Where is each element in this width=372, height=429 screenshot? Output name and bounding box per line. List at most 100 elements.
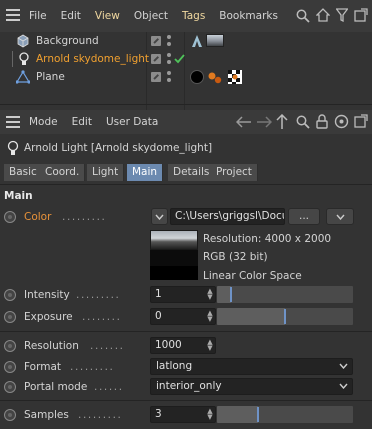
- animation-radio[interactable]: [4, 311, 16, 323]
- checker-texture-tag[interactable]: [228, 70, 242, 84]
- enable-checkbox[interactable]: [151, 36, 161, 46]
- back-arrow-icon[interactable]: [236, 116, 252, 128]
- texture-tag-thumbnail[interactable]: [206, 34, 224, 47]
- exposure-slider[interactable]: [217, 308, 353, 325]
- object-list: Background Arnold skydome_light Plane: [0, 32, 372, 92]
- format-dropdown[interactable]: latlong: [150, 358, 353, 375]
- animation-radio[interactable]: [4, 340, 16, 352]
- browse-button[interactable]: ...: [288, 208, 320, 225]
- enable-checkbox[interactable]: [151, 72, 161, 82]
- arnold-tag-icon[interactable]: [190, 34, 204, 48]
- tab-main[interactable]: Main: [127, 164, 164, 181]
- enable-checkbox[interactable]: [151, 54, 161, 64]
- menu-object[interactable]: Object: [127, 6, 175, 26]
- group-divider: [0, 331, 372, 332]
- label-leader-dots: .......: [90, 340, 125, 352]
- search-icon[interactable]: [296, 115, 310, 129]
- material-tag-orange-spheres[interactable]: [208, 71, 222, 84]
- tab-project[interactable]: Project: [211, 164, 258, 181]
- checkmark-icon[interactable]: [174, 53, 185, 64]
- search-icon[interactable]: [296, 9, 310, 23]
- param-label: Samples: [24, 409, 69, 421]
- object-name: Plane: [36, 71, 65, 83]
- object-row-plane[interactable]: Plane: [0, 68, 372, 86]
- material-tag-black-sphere[interactable]: [190, 70, 204, 84]
- visibility-dots[interactable]: [167, 71, 171, 83]
- new-window-icon[interactable]: [354, 114, 368, 128]
- hamburger-menu-icon[interactable]: [6, 9, 20, 21]
- forward-arrow-icon[interactable]: [256, 116, 272, 128]
- filter-icon[interactable]: [336, 8, 348, 22]
- hamburger-menu-icon[interactable]: [6, 116, 20, 128]
- light-bulb-icon: [18, 52, 30, 66]
- panel-divider: [0, 104, 372, 105]
- tabs-divider: [0, 184, 372, 185]
- menu-tags[interactable]: Tags: [175, 6, 212, 26]
- animation-radio[interactable]: [4, 289, 16, 301]
- slider-knob[interactable]: [256, 407, 259, 422]
- animation-radio[interactable]: [4, 211, 16, 223]
- menu-user-data[interactable]: User Data: [99, 112, 165, 132]
- slider-fill: [217, 286, 231, 303]
- samples-slider[interactable]: [217, 406, 353, 423]
- texture-colorspace-info: Linear Color Space: [203, 270, 302, 282]
- animation-radio[interactable]: [4, 381, 16, 393]
- portal-mode-dropdown[interactable]: interior_only: [150, 378, 353, 395]
- tab-coord[interactable]: Coord.: [40, 164, 86, 181]
- up-arrow-icon[interactable]: [276, 114, 288, 130]
- tree-line: [12, 51, 13, 67]
- attribute-manager-menubar: Mode Edit User Data: [22, 112, 165, 132]
- intensity-slider[interactable]: [217, 286, 353, 303]
- label-leader-dots: ......: [94, 381, 124, 393]
- group-divider: [0, 400, 372, 401]
- hdri-preview-thumbnail: [150, 230, 198, 250]
- texture-options-dropdown[interactable]: [326, 208, 354, 225]
- label-leader-dots: .........: [76, 289, 121, 301]
- menu-edit[interactable]: Edit: [65, 112, 99, 132]
- visibility-dots[interactable]: [167, 53, 171, 65]
- home-icon[interactable]: [316, 8, 330, 22]
- attribute-manager-toolbar: Mode Edit User Data: [0, 110, 372, 134]
- tab-basic[interactable]: Basic: [4, 164, 43, 181]
- slider-fill: [217, 308, 285, 325]
- tab-light[interactable]: Light: [87, 164, 125, 181]
- object-name: Background: [36, 35, 99, 47]
- param-label: Portal mode: [24, 381, 88, 393]
- attribute-title: Arnold Light [Arnold skydome_light]: [24, 142, 213, 154]
- object-row-background[interactable]: Background: [0, 32, 372, 50]
- menu-bookmarks[interactable]: Bookmarks: [212, 6, 285, 26]
- object-list-empty-area: [0, 92, 372, 110]
- param-label: Color: [24, 211, 52, 223]
- light-bulb-icon: [7, 140, 19, 156]
- texture-path-field[interactable]: C:\Users\griggsl\Docu: [170, 208, 285, 225]
- menu-file[interactable]: File: [22, 6, 54, 26]
- slider-knob[interactable]: [284, 309, 286, 324]
- menu-view[interactable]: View: [88, 6, 127, 26]
- animation-radio[interactable]: [4, 361, 16, 373]
- dropdown-value: interior_only: [156, 380, 222, 392]
- target-icon[interactable]: [334, 114, 349, 129]
- object-row-arnold-skydome-light[interactable]: Arnold skydome_light: [0, 50, 372, 68]
- param-label: Intensity: [24, 289, 70, 301]
- exposure-stepper[interactable]: ▲ ▼: [206, 310, 214, 323]
- samples-stepper[interactable]: ▲ ▼: [206, 408, 214, 421]
- section-heading: Main: [4, 190, 33, 202]
- menu-edit[interactable]: Edit: [54, 6, 88, 26]
- intensity-stepper[interactable]: ▲ ▼: [206, 288, 214, 301]
- new-window-icon[interactable]: [354, 8, 368, 22]
- slider-knob[interactable]: [229, 287, 232, 302]
- resolution-stepper[interactable]: ▲ ▼: [206, 339, 214, 352]
- lock-icon[interactable]: [316, 114, 328, 129]
- animation-radio[interactable]: [4, 409, 16, 421]
- dropdown-value: latlong: [156, 360, 193, 372]
- texture-resolution-info: Resolution: 4000 x 2000: [203, 233, 332, 245]
- color-mode-dropdown[interactable]: [151, 208, 168, 225]
- tab-details[interactable]: Details: [168, 164, 216, 181]
- background-object-icon: [16, 34, 30, 48]
- visibility-dots[interactable]: [167, 35, 171, 47]
- attribute-title-bar: Arnold Light [Arnold skydome_light]: [0, 134, 372, 162]
- param-label: Exposure: [24, 311, 73, 323]
- menu-mode[interactable]: Mode: [22, 112, 65, 132]
- slider-fill: [217, 406, 258, 423]
- label-leader-dots: .........: [70, 361, 115, 373]
